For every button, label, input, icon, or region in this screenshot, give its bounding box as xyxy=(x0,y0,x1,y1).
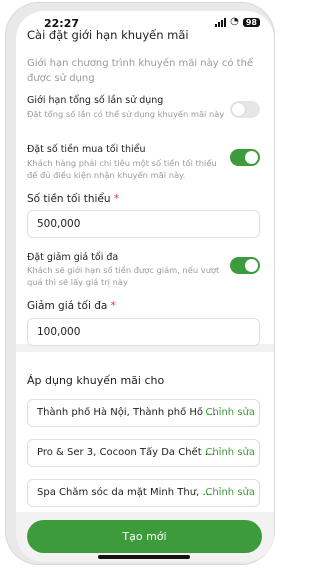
max-discount-input[interactable]: 100,000 xyxy=(27,318,260,346)
home-indicator xyxy=(98,555,190,559)
min-amount-label-text: Số tiền tối thiểu xyxy=(27,193,111,205)
phone-frame: 22:27 ◔ 98 Cài đặt giới hạn khuyến mãi G… xyxy=(5,2,275,565)
edit-link[interactable]: Chỉnh sửa xyxy=(205,407,255,418)
usage-limit-subtitle: Đặt tổng số lần có thể sử dụng khuyến mã… xyxy=(27,109,225,119)
apply-row-text: Thành phố Hà Nội, Thành phố Hồ Chí Minh xyxy=(37,407,217,418)
toggle-knob xyxy=(245,151,258,164)
page-title: Cài đặt giới hạn khuyến mãi xyxy=(27,28,189,42)
apply-row-products[interactable]: Pro & Ser 3, Cocoon Tẩy Da Chết Cà Phê C… xyxy=(27,439,260,467)
required-mark: * xyxy=(110,300,116,312)
apply-row-text: Spa Chăm sóc da mặt Minh Thư, Spa Thảo N… xyxy=(37,487,217,498)
min-spend-subtitle: Khách hàng phải chi tiêu một số tiền tối… xyxy=(27,158,217,180)
min-amount-input[interactable]: 500,000 xyxy=(27,210,260,238)
usage-limit-title: Giới hạn tổng số lần sử dụng xyxy=(27,95,164,106)
intro-description: Giới hạn chương trình khuyến mãi này có … xyxy=(27,58,254,84)
signal-icon xyxy=(215,17,227,27)
limits-card: 22:27 ◔ 98 Cài đặt giới hạn khuyến mãi G… xyxy=(16,11,274,346)
max-discount-toggle[interactable] xyxy=(230,257,260,274)
wifi-icon: ◔ xyxy=(230,16,239,27)
edit-link[interactable]: Chỉnh sửa xyxy=(205,447,255,458)
apply-row-text: Pro & Ser 3, Cocoon Tẩy Da Chết Cà Phê xyxy=(37,447,217,458)
apply-row-branches[interactable]: Spa Chăm sóc da mặt Minh Thư, Spa Thảo N… xyxy=(27,479,260,507)
edit-link[interactable]: Chỉnh sửa xyxy=(205,487,255,498)
toggle-knob xyxy=(245,259,258,272)
apply-row-location[interactable]: Thành phố Hà Nội, Thành phố Hồ Chí Minh … xyxy=(27,399,260,427)
max-discount-label-text: Giảm giá tối đa xyxy=(27,300,108,312)
min-spend-toggle[interactable] xyxy=(230,149,260,166)
status-icons: ◔ 98 xyxy=(215,17,260,27)
battery-icon: 98 xyxy=(242,17,260,27)
apply-card: Áp dụng khuyến mãi cho Thành phố Hà Nội,… xyxy=(16,352,274,512)
create-button[interactable]: Tạo mới xyxy=(27,520,262,553)
apply-section-title: Áp dụng khuyến mãi cho xyxy=(27,374,165,387)
required-mark: * xyxy=(113,193,120,205)
max-discount-title: Đặt giảm giá tối đa xyxy=(27,252,119,263)
max-discount-label: Giảm giá tối đa * xyxy=(27,300,116,312)
toggle-knob xyxy=(232,103,245,116)
screen: 22:27 ◔ 98 Cài đặt giới hạn khuyến mãi G… xyxy=(16,11,274,562)
max-discount-subtitle: Khách sẽ giới hạn số tiền được giảm, nếu… xyxy=(27,265,220,287)
min-amount-label: Số tiền tối thiểu * xyxy=(27,193,119,205)
min-spend-title: Đặt số tiền mua tối thiểu xyxy=(27,144,146,155)
usage-limit-toggle[interactable] xyxy=(230,101,260,118)
